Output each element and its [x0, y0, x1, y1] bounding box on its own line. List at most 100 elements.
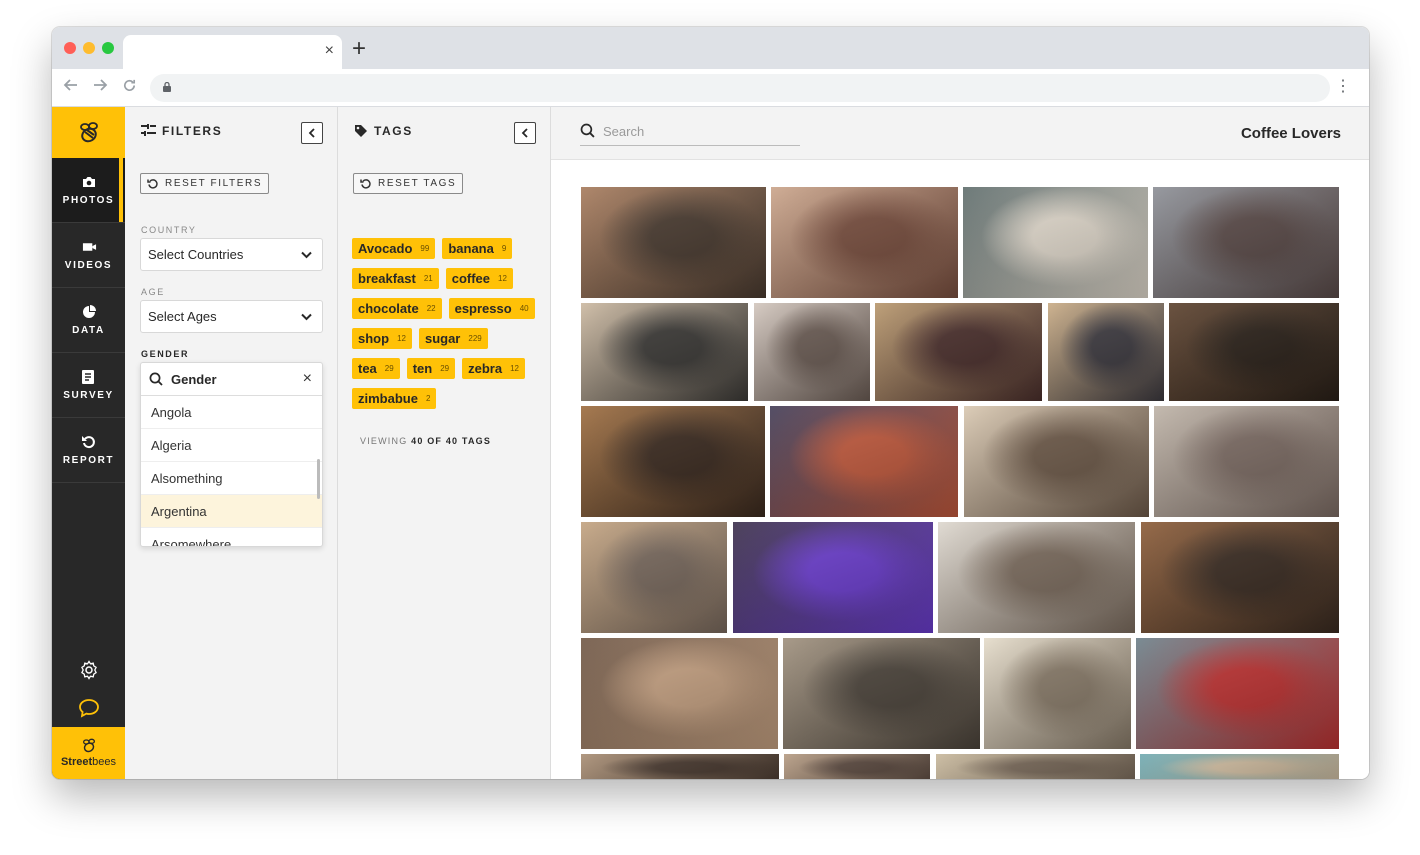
gender-label: GENDER — [141, 349, 190, 359]
nav-item-label: SURVEY — [63, 389, 114, 401]
tag-chip[interactable]: ten 29 — [406, 358, 456, 379]
photo-thumbnail[interactable] — [1154, 406, 1339, 517]
reset-tags-button[interactable]: RESET TAGS — [353, 173, 464, 194]
dropdown-scrollbar[interactable] — [317, 459, 320, 499]
tag-name: Avocado — [358, 241, 413, 256]
back-arrow-icon[interactable] — [63, 77, 79, 97]
age-label: AGE — [141, 287, 165, 297]
photo-thumbnail[interactable] — [984, 638, 1132, 749]
zoom-window-button[interactable] — [102, 42, 114, 54]
tag-name: sugar — [424, 331, 461, 346]
tag-chip[interactable]: chocolate 22 — [352, 298, 442, 319]
tag-chip[interactable]: shop 12 — [352, 328, 412, 349]
photo-thumbnail[interactable] — [963, 187, 1148, 298]
photo-thumbnail[interactable] — [1153, 187, 1339, 298]
bee-icon — [82, 738, 95, 753]
photo-thumbnail[interactable] — [938, 522, 1136, 633]
tag-count: 12 — [498, 274, 507, 283]
filters-title: FILTERS — [162, 124, 223, 138]
reload-icon[interactable] — [122, 77, 137, 97]
collapse-tags-button[interactable] — [514, 122, 536, 144]
reset-tags-label: RESET TAGS — [378, 178, 457, 189]
tag-chip[interactable]: sugar 229 — [418, 328, 488, 349]
nav-item-label: PHOTOS — [62, 194, 115, 206]
gender-option[interactable]: Alsomething — [141, 462, 322, 495]
tag-count: 99 — [420, 244, 430, 253]
chat-icon — [78, 699, 99, 718]
nav-item-label: VIDEOS — [64, 259, 113, 271]
gender-option[interactable]: Algeria — [141, 429, 322, 462]
gender-option[interactable]: Argentina — [141, 495, 322, 528]
gender-option[interactable]: Arsomewhere — [141, 528, 322, 547]
photo-thumbnail[interactable] — [1047, 303, 1164, 401]
search-input[interactable]: Search — [580, 123, 800, 146]
nav-item-photos[interactable]: PHOTOS — [52, 158, 125, 223]
tag-name: tea — [358, 361, 377, 376]
gender-option[interactable]: Angola — [141, 396, 322, 429]
photo-thumbnail[interactable] — [581, 638, 778, 749]
gender-dropdown: Gender × Angola Algeria Alsomething Argenti… — [140, 362, 323, 547]
minimize-window-button[interactable] — [83, 42, 95, 54]
gallery-header: Search Coffee Lovers — [551, 107, 1369, 160]
photo-thumbnail[interactable] — [581, 187, 766, 298]
photo-thumbnail[interactable] — [875, 303, 1042, 401]
gear-icon — [80, 660, 97, 680]
nav-item-data[interactable]: DATA — [52, 288, 125, 353]
address-bar[interactable] — [150, 74, 1330, 102]
tag-chip[interactable]: banana 9 — [442, 238, 513, 259]
photo-thumbnail[interactable] — [784, 754, 931, 779]
tag-count: 21 — [423, 274, 433, 283]
tags-title: TAGS — [374, 124, 413, 138]
collapse-filters-button[interactable] — [301, 122, 323, 144]
nav-item-videos[interactable]: VIDEOS — [52, 223, 125, 288]
age-select[interactable]: Select Ages — [140, 300, 323, 333]
tag-count: 229 — [468, 334, 482, 343]
nav-item-survey[interactable]: SURVEY — [52, 353, 125, 418]
browser-tab[interactable]: × — [123, 35, 342, 69]
photo-thumbnail[interactable] — [782, 638, 980, 749]
tag-chip[interactable]: tea 29 — [352, 358, 400, 379]
reset-filters-button[interactable]: RESET FILTERS — [140, 173, 270, 194]
clear-icon[interactable]: × — [303, 371, 312, 387]
filters-panel: FILTERS RESET FILTERS COUNTRY Select Cou… — [125, 107, 338, 779]
tag-count: 40 — [519, 304, 529, 313]
chevron-down-icon — [301, 251, 312, 259]
tag-chip[interactable]: coffee 12 — [445, 268, 513, 289]
country-select[interactable]: Select Countries — [140, 238, 323, 271]
tag-chip[interactable]: breakfast 21 — [352, 268, 439, 289]
photo-thumbnail[interactable] — [732, 522, 933, 633]
new-tab-icon[interactable]: + — [352, 37, 366, 61]
photo-thumbnail[interactable] — [581, 303, 748, 401]
tag-chip[interactable]: zebra 12 — [462, 358, 525, 379]
photo-thumbnail[interactable] — [581, 406, 765, 517]
tag-chip[interactable]: zimbabue 2 — [352, 388, 437, 409]
close-window-button[interactable] — [64, 42, 76, 54]
photo-thumbnail[interactable] — [935, 754, 1135, 779]
tab-close-icon[interactable]: × — [325, 41, 334, 61]
tag-chip[interactable]: Avocado 99 — [352, 238, 436, 259]
photo-thumbnail[interactable] — [1141, 522, 1339, 633]
photo-thumbnail[interactable] — [581, 754, 779, 779]
chevron-left-icon — [308, 128, 315, 138]
photo-thumbnail[interactable] — [770, 406, 959, 517]
nav-item-report[interactable]: REPORT — [52, 418, 125, 483]
photo-thumbnail[interactable] — [753, 303, 870, 401]
search-placeholder: Search — [603, 124, 645, 139]
tag-count: 9 — [501, 244, 507, 253]
photo-thumbnail[interactable] — [1136, 638, 1339, 749]
chat-button[interactable] — [52, 689, 125, 727]
photo-thumbnail[interactable] — [1169, 303, 1339, 401]
tag-count: 12 — [397, 334, 406, 343]
photo-thumbnail[interactable] — [963, 406, 1149, 517]
nav-item-label: REPORT — [62, 454, 115, 466]
browser-menu-icon[interactable]: ⋮ — [1335, 78, 1351, 96]
settings-button[interactable] — [52, 651, 125, 689]
streetbees-logo[interactable] — [52, 107, 125, 158]
photo-thumbnail[interactable] — [771, 187, 958, 298]
bee-icon — [79, 121, 98, 142]
tag-chip[interactable]: espresso 40 — [448, 298, 535, 319]
photo-thumbnail[interactable] — [581, 522, 727, 633]
gender-search-input[interactable]: Gender × — [141, 363, 322, 396]
photo-thumbnail[interactable] — [1140, 754, 1339, 779]
forward-arrow-icon[interactable] — [92, 77, 108, 97]
